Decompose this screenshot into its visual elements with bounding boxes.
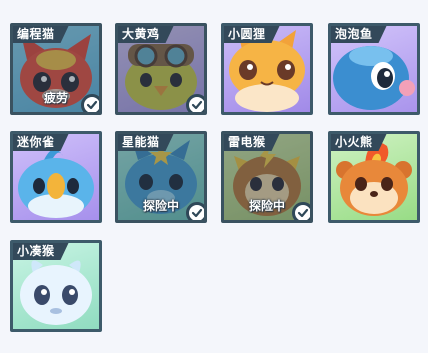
pet-card[interactable]: 星能猫 探险中: [115, 131, 207, 223]
check-icon: [186, 202, 204, 220]
pet-name: 泡泡鱼: [331, 26, 387, 43]
pet-card[interactable]: 迷你雀: [10, 131, 102, 223]
pet-card[interactable]: 雷电猴 探险中: [221, 131, 313, 223]
pet-name: 编程猫: [13, 26, 69, 43]
pet-name: 星能猫: [118, 134, 174, 151]
pet-card[interactable]: 泡泡鱼: [328, 23, 420, 115]
pet-name: 大黄鸡: [118, 26, 174, 43]
check-icon: [292, 202, 310, 220]
pet-name: 雷电猴: [224, 134, 280, 151]
pet-card[interactable]: 编程猫 疲劳: [10, 23, 102, 115]
check-icon: [186, 94, 204, 112]
pet-card[interactable]: 小火熊: [328, 131, 420, 223]
pet-name: 小火熊: [331, 134, 387, 151]
check-icon: [81, 94, 99, 112]
pet-grid: 编程猫 疲劳 大黄鸡 小圆狸 泡泡鱼 迷你雀 星能猫 探险中 雷电猴 探险中 小…: [0, 0, 428, 353]
pet-card[interactable]: 大黄鸡: [115, 23, 207, 115]
pet-name: 迷你雀: [13, 134, 69, 151]
pet-card[interactable]: 小凑猴: [10, 240, 102, 332]
pet-name: 小圆狸: [224, 26, 280, 43]
pet-name: 小凑猴: [13, 243, 69, 260]
pet-card[interactable]: 小圆狸: [221, 23, 313, 115]
